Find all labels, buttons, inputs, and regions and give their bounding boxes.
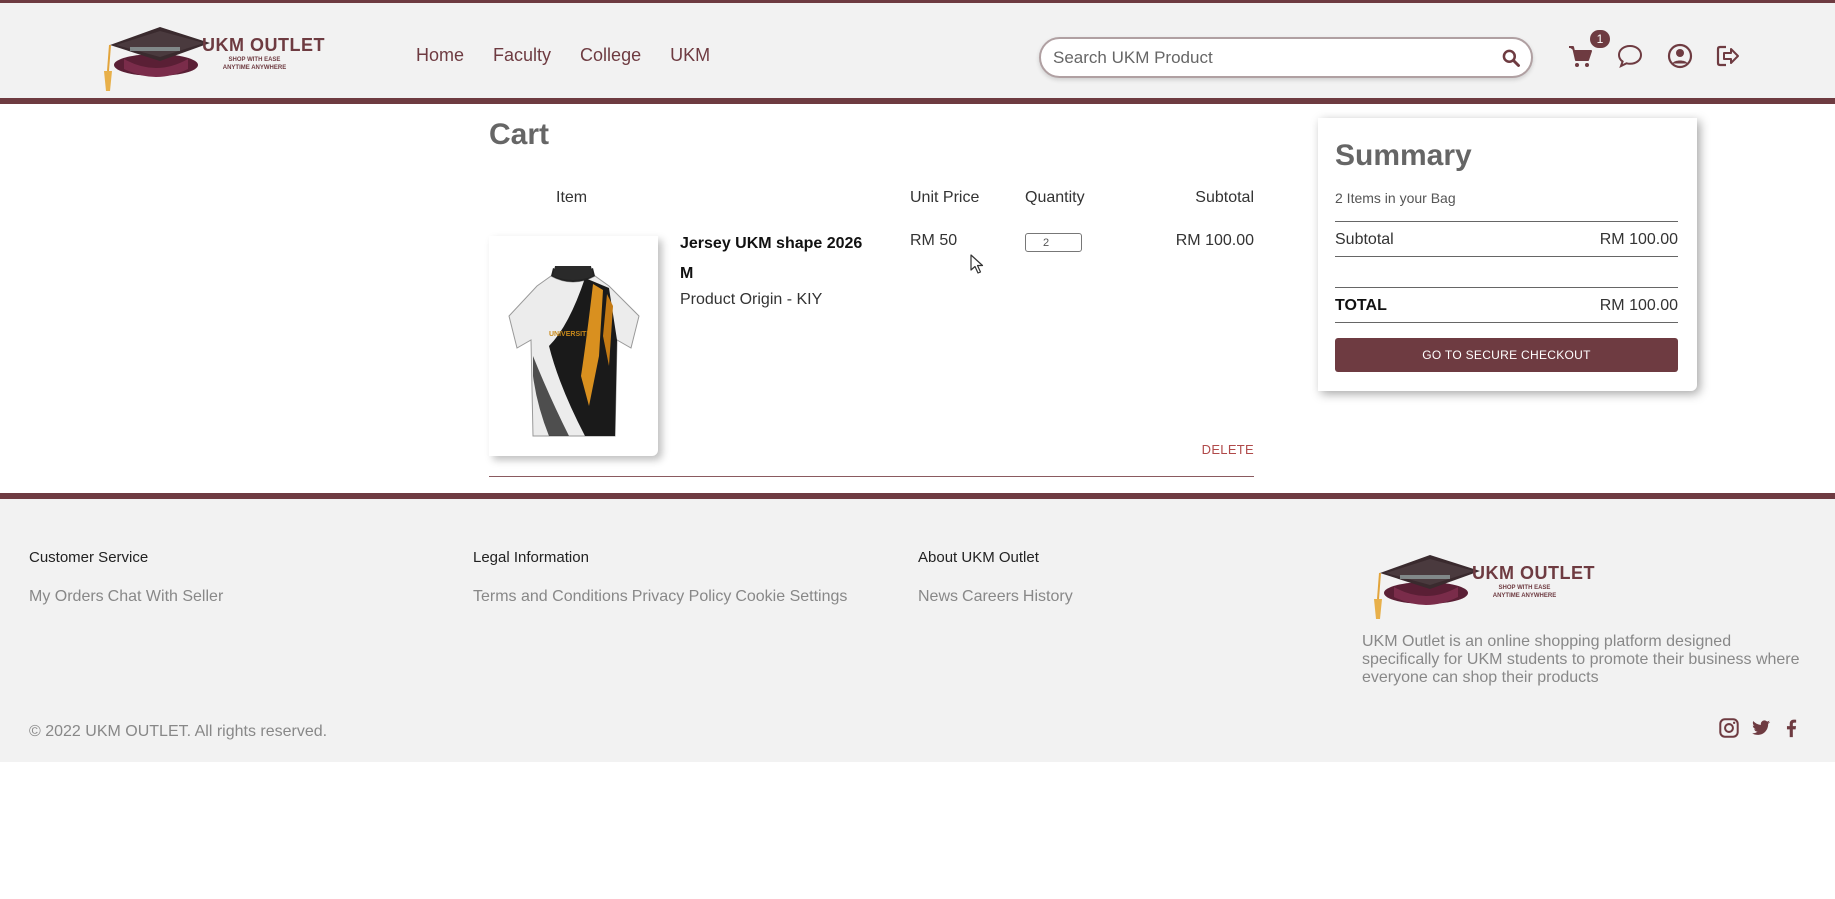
cart-divider: [489, 476, 1254, 477]
footer-link-cookies[interactable]: Cookie Settings: [735, 588, 847, 606]
search-icon[interactable]: [1501, 48, 1521, 68]
chat-icon[interactable]: [1617, 43, 1643, 69]
bag-item-count: 2 Items in your Bag: [1335, 190, 1456, 206]
divider: [1335, 256, 1678, 257]
column-header-unit-price: Unit Price: [910, 189, 980, 206]
product-name[interactable]: Jersey UKM shape 2026 M: [680, 229, 880, 289]
divider: [1335, 322, 1678, 323]
summary-subtotal-row: Subtotal RM 100.00: [1335, 231, 1678, 249]
svg-text:UNIVERSITI: UNIVERSITI: [549, 331, 588, 338]
search-bar: [1039, 37, 1533, 78]
summary-title: Summary: [1335, 139, 1472, 172]
footer-link-privacy[interactable]: Privacy Policy: [632, 588, 732, 606]
footer-link-chat-with-seller[interactable]: Chat With Seller: [108, 588, 224, 606]
footer-links-customer-service: My Orders Chat With Seller: [29, 588, 223, 606]
footer-link-careers[interactable]: Careers: [962, 588, 1019, 606]
logo-tagline: SHOP WITH EASE: [228, 57, 281, 63]
logo[interactable]: UKM OUTLET SHOP WITH EASE ANYTIME ANYWHE…: [100, 23, 330, 93]
copyright: © 2022 UKM OUTLET. All rights reserved.: [29, 723, 328, 740]
column-header-quantity: Quantity: [1025, 189, 1085, 206]
nav-ukm[interactable]: UKM: [670, 45, 710, 66]
footer-link-news[interactable]: News: [918, 588, 958, 606]
footer-link-history[interactable]: History: [1023, 588, 1073, 606]
quantity-input[interactable]: [1025, 233, 1082, 252]
checkout-button[interactable]: GO TO SECURE CHECKOUT: [1335, 338, 1678, 372]
nav-college[interactable]: College: [580, 45, 641, 66]
footer-logo-tagline: SHOP WITH EASE: [1498, 585, 1551, 591]
order-summary: Summary 2 Items in your Bag Subtotal RM …: [1318, 118, 1697, 391]
search-input[interactable]: [1053, 47, 1493, 69]
summary-subtotal-value: RM 100.00: [1599, 231, 1678, 248]
footer-heading-about: About UKM Outlet: [918, 549, 1039, 566]
twitter-icon[interactable]: [1750, 717, 1772, 739]
product-origin: Product Origin - KIY: [680, 291, 823, 308]
logo-tagline-2: ANYTIME ANYWHERE: [222, 65, 287, 71]
site-header: UKM OUTLET SHOP WITH EASE ANYTIME ANYWHE…: [0, 0, 1835, 104]
footer-links-about: News Careers History: [918, 588, 1073, 606]
nav-home[interactable]: Home: [416, 45, 464, 66]
logo-title: UKM OUTLET: [202, 35, 325, 55]
main-nav: Home Faculty College UKM: [416, 45, 710, 66]
summary-total-label: TOTAL: [1335, 297, 1387, 314]
product-image[interactable]: UNIVERSITI: [489, 236, 658, 456]
summary-total-row: TOTAL RM 100.00: [1335, 297, 1678, 315]
footer-logo-title: UKM OUTLET: [1472, 563, 1595, 583]
unit-price: RM 50: [910, 232, 958, 249]
logout-icon[interactable]: [1715, 43, 1741, 69]
column-header-subtotal: Subtotal: [1195, 189, 1254, 206]
jersey-image: UNIVERSITI: [508, 266, 640, 437]
site-footer: Customer Service My Orders Chat With Sel…: [0, 493, 1835, 762]
nav-faculty[interactable]: Faculty: [493, 45, 551, 66]
footer-link-my-orders[interactable]: My Orders: [29, 588, 104, 606]
cart-title: Cart: [489, 118, 550, 151]
item-subtotal: RM 100.00: [1175, 232, 1254, 249]
facebook-icon[interactable]: [1780, 717, 1802, 739]
summary-subtotal-label: Subtotal: [1335, 231, 1394, 248]
summary-total-value: RM 100.00: [1599, 297, 1678, 314]
cart-badge: 1: [1590, 30, 1610, 48]
delete-button[interactable]: DELETE: [1180, 442, 1254, 457]
column-header-item: Item: [556, 189, 588, 206]
divider: [1335, 221, 1678, 222]
footer-logo-text: UKM OUTLET SHOP WITH EASE ANYTIME ANYWHE…: [1472, 563, 1595, 600]
footer-links-legal: Terms and Conditions Privacy Policy Cook…: [473, 588, 847, 606]
mouse-cursor-icon: [970, 254, 984, 274]
footer-logo: UKM OUTLET SHOP WITH EASE ANYTIME ANYWHE…: [1370, 551, 1600, 621]
footer-description: UKM Outlet is an online shopping platfor…: [1362, 633, 1800, 686]
footer-logo-tagline-2: ANYTIME ANYWHERE: [1492, 593, 1557, 599]
footer-link-terms[interactable]: Terms and Conditions: [473, 588, 628, 606]
cart-icon[interactable]: [1567, 43, 1593, 69]
footer-heading-legal: Legal Information: [473, 549, 589, 566]
divider: [1335, 287, 1678, 288]
footer-heading-customer-service: Customer Service: [29, 549, 149, 566]
user-account-icon[interactable]: [1667, 43, 1693, 69]
instagram-icon[interactable]: [1718, 717, 1740, 739]
logo-text: UKM OUTLET SHOP WITH EASE ANYTIME ANYWHE…: [202, 35, 325, 72]
